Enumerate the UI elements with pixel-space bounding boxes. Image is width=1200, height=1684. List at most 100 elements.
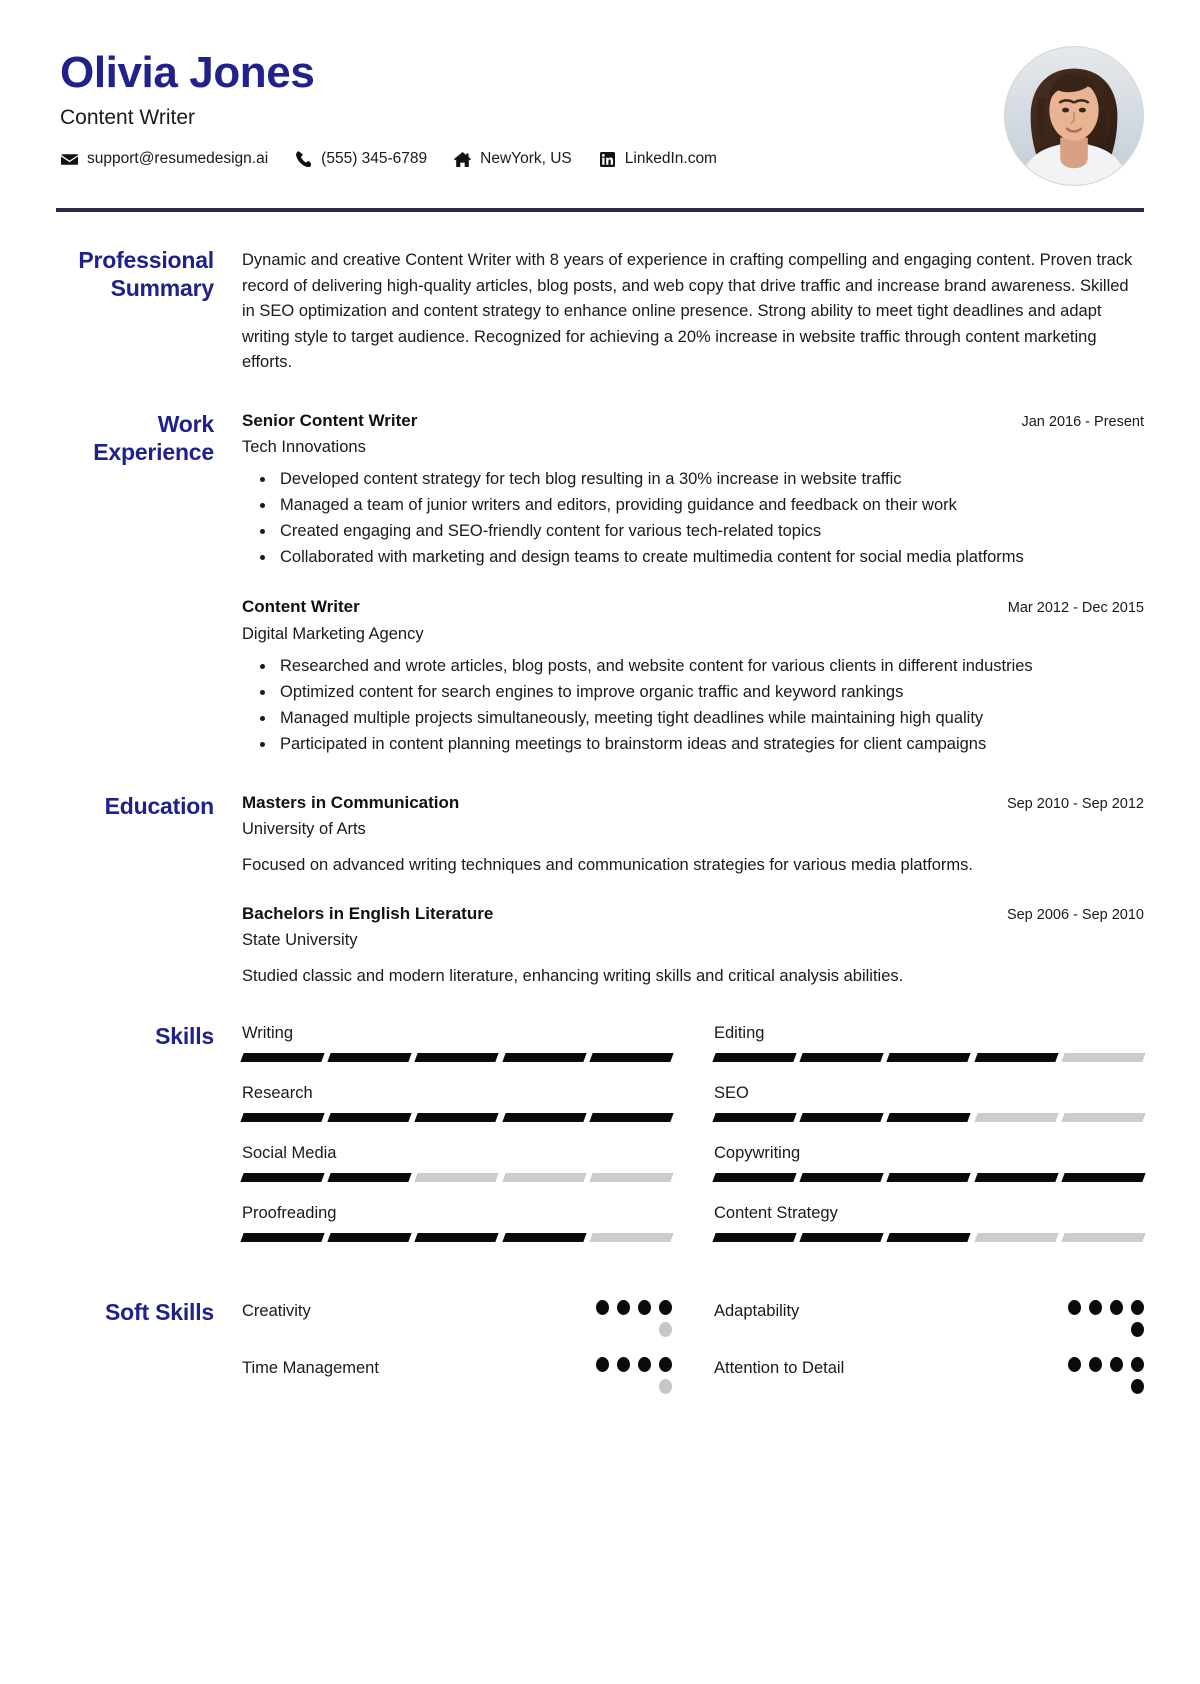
skill-bar-segment bbox=[799, 1112, 885, 1122]
soft-skill-rating bbox=[576, 1356, 672, 1394]
skill-bar-segment bbox=[414, 1053, 500, 1063]
list-item: Managed a team of junior writers and edi… bbox=[276, 493, 1144, 518]
rating-dot bbox=[596, 1356, 609, 1372]
education-entry-org: State University bbox=[242, 931, 358, 950]
education-entry-date: Sep 2010 - Sep 2012 bbox=[1006, 796, 1144, 813]
linkedin-icon bbox=[598, 151, 617, 167]
work-entry-title: Senior Content Writer bbox=[242, 410, 418, 430]
skills-grid: Writing Editing Research SEO Social Media Cop… bbox=[240, 1022, 1146, 1264]
avatar bbox=[1004, 46, 1144, 186]
work-entry: Senior Content Writer Jan 2016 - Present… bbox=[242, 410, 1144, 571]
soft-skill-name: Adaptability bbox=[714, 1301, 800, 1320]
rating-dot bbox=[596, 1299, 609, 1315]
skill-name: Content Strategy bbox=[714, 1203, 838, 1222]
skill-item: Content Strategy bbox=[712, 1203, 1146, 1264]
section-work-experience: Work Experience Senior Content Writer Ja… bbox=[56, 376, 1144, 758]
list-item: Researched and wrote articles, blog post… bbox=[276, 654, 1144, 679]
candidate-job-title: Content Writer bbox=[60, 106, 195, 130]
skill-bar-segment bbox=[973, 1172, 1059, 1182]
skill-level-bar bbox=[240, 1172, 674, 1182]
contact-phone[interactable]: (555) 345-6789 bbox=[294, 150, 427, 168]
phone-icon bbox=[294, 151, 313, 168]
skill-bar-segment bbox=[1061, 1172, 1146, 1182]
skill-bar-segment bbox=[589, 1053, 674, 1063]
contact-email[interactable]: support@resumedesign.ai bbox=[60, 150, 268, 168]
skill-bar-segment bbox=[799, 1232, 885, 1242]
skill-level-bar bbox=[240, 1232, 674, 1242]
skill-item: Social Media bbox=[240, 1143, 674, 1204]
soft-skill-item: Attention to Detail bbox=[714, 1356, 1144, 1414]
skill-name: Social Media bbox=[242, 1143, 337, 1162]
contact-linkedin[interactable]: LinkedIn.com bbox=[598, 150, 717, 168]
skill-bar-segment bbox=[886, 1172, 972, 1182]
section-label-summary: Professional Summary bbox=[78, 247, 214, 302]
skill-level-bar bbox=[712, 1172, 1146, 1182]
skill-bar-segment bbox=[712, 1112, 797, 1122]
skill-bar-segment bbox=[589, 1112, 674, 1122]
candidate-name: Olivia Jones bbox=[60, 48, 315, 97]
work-entry-title: Content Writer bbox=[242, 597, 360, 617]
skill-bar-segment bbox=[501, 1112, 587, 1122]
skill-name: Research bbox=[242, 1084, 313, 1103]
education-entry-desc: Studied classic and modern literature, e… bbox=[242, 966, 904, 985]
skill-bar-segment bbox=[973, 1112, 1059, 1122]
skill-bar-segment bbox=[712, 1172, 797, 1182]
skill-name: Writing bbox=[242, 1024, 294, 1043]
skill-bar-segment bbox=[501, 1172, 587, 1182]
list-item: Developed content strategy for tech blog… bbox=[276, 467, 1144, 492]
soft-skill-rating bbox=[1048, 1299, 1144, 1337]
rating-dot bbox=[617, 1299, 630, 1315]
contact-location[interactable]: NewYork, US bbox=[453, 150, 572, 168]
skill-name: SEO bbox=[714, 1084, 749, 1103]
section-soft-skills: Soft Skills Creativity Adaptability Time M… bbox=[56, 1264, 1144, 1414]
skill-bar-segment bbox=[1061, 1053, 1146, 1063]
rating-dot bbox=[1089, 1356, 1102, 1372]
education-entry-org: University of Arts bbox=[242, 820, 366, 839]
summary-body: Dynamic and creative Content Writer with… bbox=[242, 246, 1144, 376]
skill-name: Copywriting bbox=[714, 1143, 801, 1162]
section-skills: Skills Writing Editing Research SEO Social M… bbox=[56, 988, 1146, 1264]
skill-bar-segment bbox=[414, 1232, 500, 1242]
soft-skill-rating bbox=[1048, 1356, 1144, 1394]
work-entry-org: Tech Innovations bbox=[242, 437, 366, 456]
contact-row: support@resumedesign.ai (555) 345-6789 N… bbox=[60, 150, 743, 168]
skill-bar-segment bbox=[414, 1112, 500, 1122]
list-item: Managed multiple projects simultaneously… bbox=[276, 706, 1144, 731]
envelope-icon bbox=[60, 151, 79, 167]
skill-bar-segment bbox=[501, 1053, 587, 1063]
work-entry-date: Mar 2012 - Dec 2015 bbox=[1007, 600, 1144, 617]
skill-level-bar bbox=[712, 1053, 1146, 1063]
contact-location-text: NewYork, US bbox=[480, 150, 572, 168]
skill-item: SEO bbox=[712, 1084, 1146, 1144]
skill-bar-segment bbox=[1061, 1232, 1146, 1242]
skill-bar-segment bbox=[501, 1232, 587, 1242]
soft-skills-body: Creativity Adaptability Time Management Att… bbox=[242, 1298, 1144, 1414]
skill-bar-segment bbox=[886, 1232, 972, 1242]
soft-skill-item: Time Management bbox=[242, 1356, 672, 1414]
skill-item: Writing bbox=[240, 1024, 674, 1084]
rating-dot bbox=[638, 1356, 651, 1372]
contact-phone-text: (555) 345-6789 bbox=[321, 150, 428, 168]
soft-skill-item: Creativity bbox=[242, 1299, 672, 1357]
education-entry-head: Masters in Communication Sep 2010 - Sep … bbox=[242, 792, 1144, 814]
work-entry-head: Content Writer Mar 2012 - Dec 2015 bbox=[242, 596, 1144, 618]
rating-dot bbox=[659, 1356, 672, 1372]
skill-bar-segment bbox=[712, 1232, 797, 1242]
rating-dot bbox=[617, 1356, 630, 1372]
skill-name: Editing bbox=[714, 1024, 765, 1043]
skill-bar-segment bbox=[886, 1053, 972, 1063]
list-item: Optimized content for search engines to … bbox=[276, 680, 1144, 705]
contact-email-text: support@resumedesign.ai bbox=[87, 150, 269, 168]
header-text-block: Olivia Jones Content Writer support@resu… bbox=[60, 46, 743, 168]
soft-skill-item: Adaptability bbox=[714, 1299, 1144, 1357]
rating-dot bbox=[1089, 1299, 1102, 1315]
skill-item: Copywriting bbox=[712, 1143, 1146, 1204]
skill-bar-segment bbox=[973, 1053, 1059, 1063]
soft-skill-rating bbox=[576, 1299, 672, 1337]
resume-page: Olivia Jones Content Writer support@resu… bbox=[0, 0, 1200, 1684]
home-icon bbox=[453, 151, 472, 167]
rating-dot bbox=[1131, 1299, 1144, 1315]
summary-text: Dynamic and creative Content Writer with… bbox=[242, 251, 1133, 372]
skill-bar-segment bbox=[799, 1053, 885, 1063]
rating-dot bbox=[1131, 1356, 1144, 1372]
